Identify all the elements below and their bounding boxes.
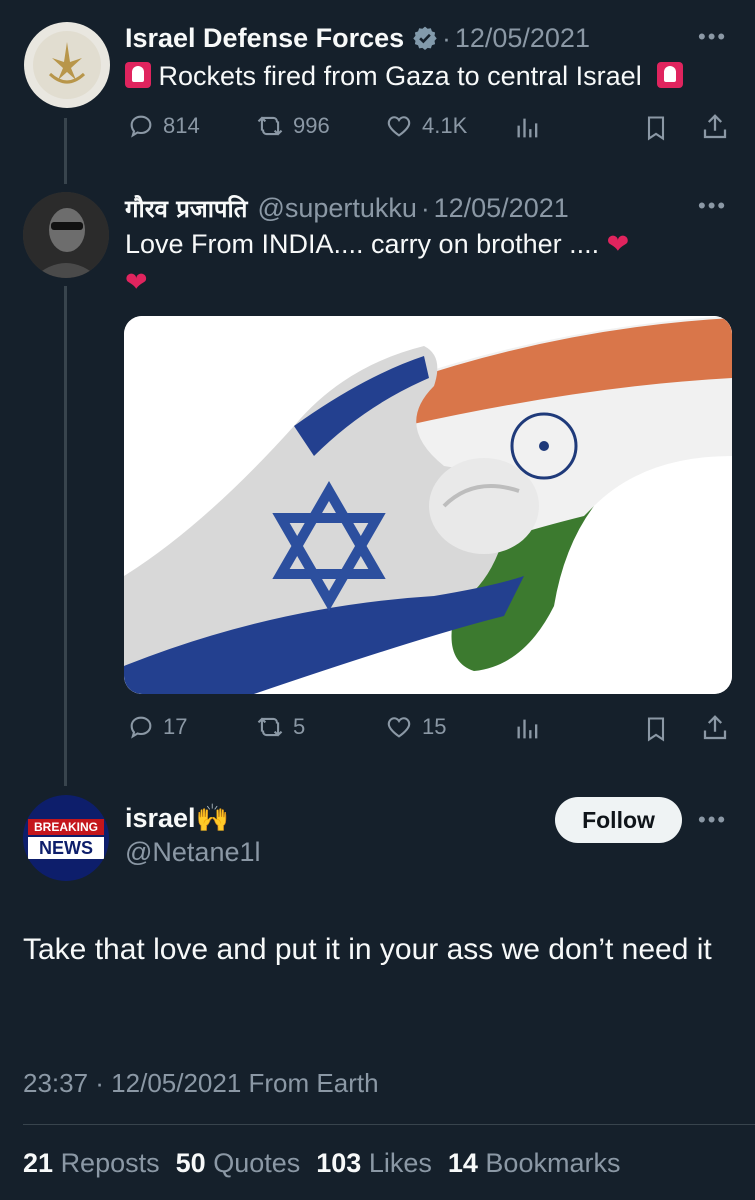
- avatar-badge-top: BREAKING: [28, 819, 104, 835]
- supertukku-avatar[interactable]: [23, 192, 109, 278]
- israel-india-handshake-illustration: [124, 316, 732, 694]
- thread-line-1: [64, 118, 67, 184]
- like-icon: [387, 717, 411, 738]
- dot-separator: ·: [420, 192, 430, 223]
- tweet1-repost-button[interactable]: 996: [255, 112, 330, 140]
- tweet2-like-count: 15: [422, 714, 447, 739]
- tweet3-text: Take that love and put it in your ass we…: [23, 933, 712, 966]
- tweet2-share-icon[interactable]: [700, 713, 730, 743]
- dot-separator: ·: [442, 22, 451, 53]
- person-photo-icon: [23, 192, 109, 278]
- tweet1-date[interactable]: 12/05/2021: [455, 23, 590, 54]
- bookmarks-stat[interactable]: 14 Bookmarks: [448, 1148, 621, 1179]
- tweet2-repost-count: 5: [293, 714, 306, 739]
- repost-icon: [257, 717, 283, 737]
- tweet2-like-button[interactable]: 15: [384, 713, 446, 741]
- tweet3-timestamp[interactable]: 23:37 · 12/05/2021 From Earth: [23, 1068, 379, 1099]
- tweet1-bookmark-icon[interactable]: [642, 113, 670, 143]
- idf-emblem-icon: [33, 31, 101, 99]
- tweet3-author-name[interactable]: israel🙌: [125, 802, 229, 834]
- bookmarks-count: 14: [447, 1148, 478, 1178]
- tweet2-media-image[interactable]: [124, 316, 732, 694]
- siren-emoji-icon: [125, 62, 151, 88]
- tweet1-like-button[interactable]: 4.1K: [384, 112, 467, 140]
- tweet1-text: Rockets fired from Gaza to central Israe…: [158, 61, 642, 91]
- tweet2-author-name[interactable]: गौरव प्रजापति: [125, 192, 247, 225]
- tweet2-text: Love From INDIA.... carry on brother ...…: [125, 229, 600, 259]
- reposts-count: 21: [23, 1148, 54, 1178]
- likes-count: 103: [316, 1148, 362, 1178]
- tweet2-views-icon[interactable]: [514, 715, 542, 743]
- follow-button[interactable]: Follow: [555, 797, 682, 843]
- tweet2-header: गौरव प्रजापति @supertukku · 12/05/2021: [125, 190, 569, 226]
- tweet3-handle[interactable]: @Netane1l: [125, 837, 261, 868]
- tweet1-header: Israel Defense Forces · 12/05/2021: [125, 20, 590, 56]
- repost-icon: [257, 116, 283, 136]
- likes-stat[interactable]: 103 Likes: [316, 1148, 432, 1179]
- reply-icon: [130, 115, 152, 138]
- tweet2-text-block: Love From INDIA.... carry on brother ...…: [125, 225, 725, 301]
- bookmarks-label: Bookmarks: [485, 1148, 621, 1178]
- tweet2-reply-button[interactable]: 17: [127, 713, 187, 741]
- tweet3-divider: [23, 1124, 755, 1125]
- quotes-stat[interactable]: 50 Quotes: [176, 1148, 301, 1179]
- tweet2-repost-button[interactable]: 5: [255, 713, 305, 741]
- tweet1-share-icon[interactable]: [700, 112, 730, 142]
- likes-label: Likes: [368, 1148, 432, 1178]
- idf-avatar[interactable]: [24, 22, 110, 108]
- siren-emoji-icon: [657, 62, 684, 88]
- tweet1-reply-count: 814: [163, 113, 200, 138]
- tweet1-author-name[interactable]: Israel Defense Forces: [125, 23, 404, 54]
- verified-badge-icon: [413, 26, 437, 51]
- like-icon: [387, 116, 411, 137]
- red-heart-emoji-icon: ❤: [125, 267, 148, 297]
- tweet2-date[interactable]: 12/05/2021: [434, 193, 569, 224]
- red-heart-emoji-icon: ❤: [606, 229, 630, 259]
- tweet2-more-icon[interactable]: •••: [698, 193, 727, 219]
- tweet2-bookmark-icon[interactable]: [642, 714, 670, 744]
- tweet2-reply-count: 17: [163, 714, 188, 739]
- tweet1-text-row: Rockets fired from Gaza to central Israe…: [125, 57, 735, 95]
- reposts-label: Reposts: [60, 1148, 160, 1178]
- quotes-count: 50: [175, 1148, 206, 1178]
- tweet1-views-icon[interactable]: [514, 114, 542, 142]
- avatar-badge-bottom: NEWS: [28, 837, 104, 859]
- quotes-label: Quotes: [213, 1148, 301, 1178]
- thread-line-2: [64, 286, 67, 786]
- reply-icon: [130, 716, 152, 739]
- tweet2-handle[interactable]: @supertukku: [257, 193, 416, 224]
- tweet3-more-icon[interactable]: •••: [698, 807, 727, 833]
- tweet1-like-count: 4.1K: [422, 113, 468, 138]
- tweet3-stats: 21 Reposts 50 Quotes 103 Likes 14 Bookma…: [23, 1148, 620, 1179]
- tweet1-repost-count: 996: [293, 113, 330, 138]
- reposts-stat[interactable]: 21 Reposts: [23, 1148, 160, 1179]
- netane1l-avatar[interactable]: BREAKING NEWS: [23, 795, 109, 881]
- tweet1-more-icon[interactable]: •••: [698, 24, 727, 50]
- tweet1-reply-button[interactable]: 814: [127, 112, 200, 140]
